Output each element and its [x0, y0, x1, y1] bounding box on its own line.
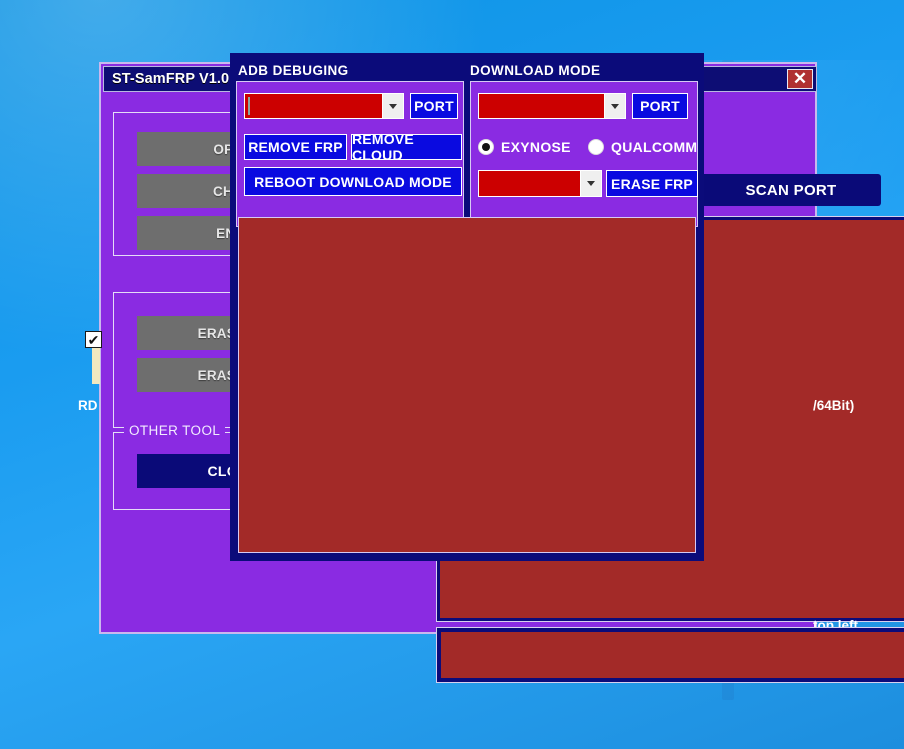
remove-cloud-button[interactable]: REMOVE CLOUD — [351, 131, 462, 163]
radio-qualcomm-label: QUALCOMM — [611, 139, 698, 155]
other-tool-legend: OTHER TOOL — [124, 423, 226, 438]
radio-exynose[interactable]: EXYNOSE — [478, 139, 571, 155]
left-checkbox[interactable]: ✔ — [85, 331, 102, 348]
status-output-text-area — [441, 632, 904, 678]
adb-port-button[interactable]: PORT — [410, 93, 458, 119]
tool-dialog: ADB DEBUGING PORT REMOVE FRP REMOVE CLOU… — [230, 53, 704, 561]
reboot-download-mode-button[interactable]: REBOOT DOWNLOAD MODE — [244, 167, 462, 196]
download-model-combo-field[interactable] — [479, 171, 580, 196]
text-caret — [248, 97, 250, 115]
rd-label: RD — [78, 398, 98, 413]
adb-port-combo[interactable] — [244, 93, 404, 119]
close-icon[interactable]: ✕ — [787, 69, 813, 89]
radio-qualcomm[interactable]: QUALCOMM — [588, 139, 697, 155]
download-panel-title: DOWNLOAD MODE — [470, 63, 601, 78]
chevron-down-icon[interactable] — [604, 94, 625, 118]
log-line-bitness: /64Bit) — [813, 398, 855, 413]
dialog-log-area[interactable] — [238, 217, 696, 553]
remove-frp-button[interactable]: REMOVE FRP — [244, 134, 347, 160]
page-title: ST-SamFRP V1.0 — [112, 71, 230, 87]
chevron-down-icon[interactable] — [382, 94, 403, 118]
left-accent-strip — [92, 348, 100, 384]
chevron-down-icon[interactable] — [580, 171, 601, 196]
radio-selected-icon — [478, 139, 494, 155]
adb-panel-title: ADB DEBUGING — [238, 63, 349, 78]
download-port-button[interactable]: PORT — [632, 93, 688, 119]
erase-frp-dialog-button[interactable]: ERASE FRP — [606, 170, 698, 197]
download-model-combo[interactable] — [478, 170, 602, 197]
status-output-panel[interactable] — [436, 627, 904, 683]
radio-exynose-label: EXYNOSE — [501, 139, 571, 155]
radio-unselected-icon — [588, 139, 604, 155]
adb-port-combo-field[interactable] — [245, 94, 382, 118]
scan-port-button[interactable]: SCAN PORT — [701, 174, 881, 206]
download-port-combo[interactable] — [478, 93, 626, 119]
download-port-combo-field[interactable] — [479, 94, 604, 118]
